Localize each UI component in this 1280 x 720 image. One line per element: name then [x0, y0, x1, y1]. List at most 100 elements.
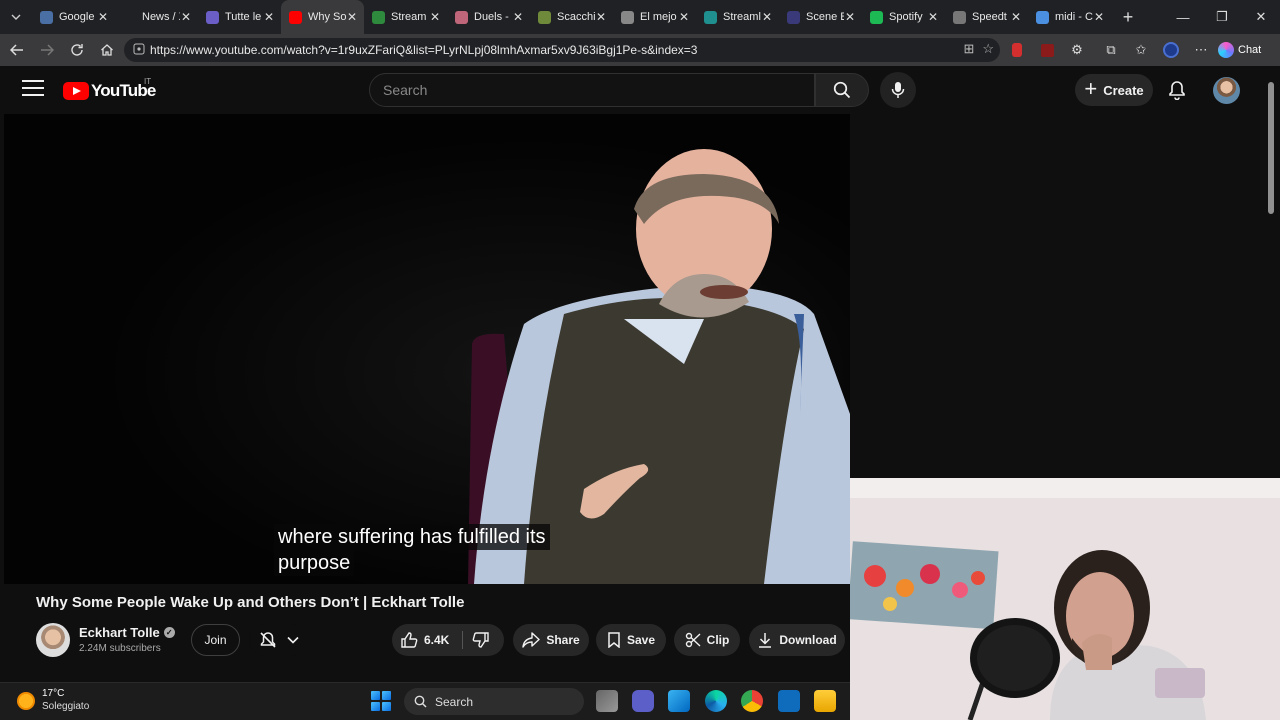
chat-label: Chat: [1238, 44, 1262, 56]
tab-close-icon[interactable]: ✕: [844, 10, 856, 24]
share-button[interactable]: Share: [513, 624, 589, 656]
notifications-button[interactable]: [1163, 76, 1191, 104]
more-options-icon[interactable]: ⋯: [1188, 34, 1214, 66]
browser-tab[interactable]: News / X✕: [115, 0, 198, 34]
subscription-notification-button[interactable]: [249, 624, 308, 656]
edge-browser-icon[interactable]: [705, 690, 727, 712]
tab-close-icon[interactable]: ✕: [346, 10, 358, 24]
start-button[interactable]: [371, 691, 391, 711]
video-frame: [4, 114, 850, 584]
browser-tab[interactable]: Speedt ✕: [945, 0, 1028, 34]
weather-sun-icon[interactable]: [17, 692, 35, 710]
tab-label: Streaml: [723, 11, 761, 23]
copilot-chat-button[interactable]: Chat: [1218, 38, 1261, 62]
browser-tab[interactable]: Streaml ✕: [696, 0, 779, 34]
chevron-down-icon: [286, 636, 299, 644]
guide-menu-icon[interactable]: [22, 80, 44, 101]
voice-search-button[interactable]: [880, 72, 916, 108]
video-player[interactable]: where suffering has fulfilled its purpos…: [4, 114, 850, 584]
webcam-image: [850, 478, 1280, 720]
search-button[interactable]: [815, 73, 869, 107]
task-view-icon[interactable]: [596, 690, 618, 712]
copilot-icon: [1218, 42, 1234, 58]
tab-close-icon[interactable]: ✕: [429, 10, 441, 24]
browser-tab[interactable]: Stream ✕: [364, 0, 447, 34]
browser-tab[interactable]: Google ✕: [32, 0, 115, 34]
tab-list: Google✕News / X✕Tutte le✕Why So✕Stream✕D…: [32, 0, 1111, 34]
download-button[interactable]: Download: [749, 624, 845, 656]
tab-close-icon[interactable]: ✕: [97, 10, 109, 24]
browser-tab[interactable]: Scene E ✕: [779, 0, 862, 34]
browser-tab[interactable]: El mejo ✕: [613, 0, 696, 34]
tab-close-icon[interactable]: ✕: [761, 10, 773, 24]
weather-temperature[interactable]: 17°C: [42, 688, 64, 699]
tab-close-icon[interactable]: ✕: [512, 10, 524, 24]
tab-close-icon[interactable]: ✕: [180, 10, 192, 24]
new-tab-button[interactable]: +: [1111, 7, 1145, 28]
windows-taskbar: 17°C Soleggiato Search: [0, 682, 850, 720]
close-window-button[interactable]: ✕: [1242, 0, 1280, 34]
like-button[interactable]: 6.4K: [400, 624, 449, 656]
browser-tab[interactable]: midi - C ✕: [1028, 0, 1111, 34]
app-available-icon[interactable]: ⊞: [963, 41, 974, 57]
create-button[interactable]: + Create: [1075, 74, 1153, 106]
channel-name-row[interactable]: Eckhart Tolle ✓: [79, 625, 175, 640]
extension-red-icon[interactable]: [1004, 34, 1030, 66]
browser-tab[interactable]: Why So ✕: [281, 0, 364, 34]
back-button[interactable]: [2, 35, 32, 65]
home-button[interactable]: [92, 35, 122, 65]
youtube-logo[interactable]: YouTube: [63, 81, 156, 101]
channel-name[interactable]: Eckhart Tolle: [79, 625, 160, 640]
address-bar[interactable]: https://www.youtube.com/watch?v=1r9uxZFa…: [124, 38, 1000, 62]
dislike-button[interactable]: [472, 624, 490, 656]
tab-close-icon[interactable]: ✕: [595, 10, 607, 24]
minimize-button[interactable]: —: [1164, 0, 1202, 34]
scissors-icon: [685, 632, 701, 648]
forward-button[interactable]: [32, 35, 62, 65]
tab-close-icon[interactable]: ✕: [1010, 10, 1022, 24]
browser-tab[interactable]: Duels - ✕: [447, 0, 530, 34]
extensions-puzzle-icon[interactable]: ⚙: [1064, 34, 1090, 66]
search-input[interactable]: [383, 82, 814, 98]
chevron-down-icon: [11, 14, 21, 20]
browser-tab[interactable]: Scacchi ✕: [530, 0, 613, 34]
clip-button[interactable]: Clip: [674, 624, 740, 656]
outlook-icon[interactable]: [778, 690, 800, 712]
create-label: Create: [1103, 82, 1144, 98]
tab-close-icon[interactable]: ✕: [263, 10, 275, 24]
save-button[interactable]: Save: [596, 624, 666, 656]
tab-label: Spotify: [889, 11, 923, 23]
search-box[interactable]: [369, 73, 815, 107]
taskbar-search[interactable]: Search: [404, 688, 584, 715]
refresh-icon: [71, 44, 83, 56]
tab-favicon-icon: [1036, 10, 1049, 24]
tab-actions-menu-button[interactable]: [0, 0, 32, 34]
teams-icon[interactable]: [632, 690, 654, 712]
favorite-star-icon[interactable]: ☆: [982, 41, 994, 57]
maximize-button[interactable]: ❐: [1203, 0, 1241, 34]
url-text: https://www.youtube.com/watch?v=1r9uxZFa…: [150, 43, 698, 57]
browser-tab[interactable]: Spotify ✕: [862, 0, 945, 34]
tab-close-icon[interactable]: ✕: [678, 10, 690, 24]
favorites-icon[interactable]: ✩: [1128, 34, 1154, 66]
file-explorer-icon[interactable]: [814, 690, 836, 712]
microsoft-store-icon[interactable]: [668, 690, 690, 712]
tab-favicon-icon: [704, 10, 717, 24]
chrome-icon[interactable]: [741, 690, 763, 712]
split-screen-icon[interactable]: ⧉: [1098, 34, 1124, 66]
weather-description[interactable]: Soleggiato: [42, 701, 89, 712]
browser-tab[interactable]: Tutte le ✕: [198, 0, 281, 34]
account-avatar[interactable]: [1213, 77, 1240, 104]
download-icon: [759, 633, 772, 648]
channel-avatar[interactable]: [36, 623, 70, 657]
reload-button[interactable]: [62, 35, 92, 65]
like-divider: [462, 631, 463, 649]
tab-close-icon[interactable]: ✕: [1093, 10, 1105, 24]
tab-close-icon[interactable]: ✕: [927, 10, 939, 24]
profile-icon[interactable]: [1158, 34, 1184, 66]
site-info-icon[interactable]: [130, 43, 148, 58]
extension-ublock-icon[interactable]: [1034, 34, 1060, 66]
caption-line-1: where suffering has fulfilled its: [274, 524, 550, 550]
page-scrollbar-thumb[interactable]: [1268, 82, 1274, 214]
join-button[interactable]: Join: [191, 624, 240, 656]
